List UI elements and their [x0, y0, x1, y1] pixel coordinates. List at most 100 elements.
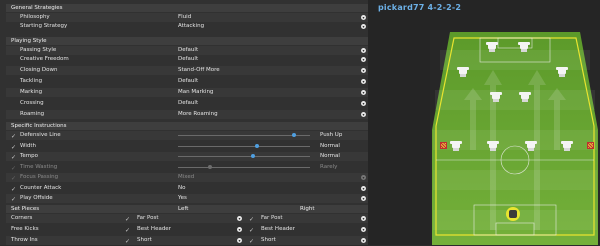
- tackling-value[interactable]: Default: [178, 77, 198, 86]
- starting-strategy-value[interactable]: Attacking: [178, 22, 204, 31]
- set-pieces-right-column: Right: [300, 206, 315, 212]
- chevron-down-icon[interactable]: ▾: [361, 227, 366, 232]
- slider-knob[interactable]: [251, 154, 256, 158]
- tempo-value: Normal: [320, 153, 340, 159]
- time-wasting-label: Time Wasting: [20, 164, 58, 170]
- corners-row[interactable]: Corners ✓ Far Post ▾ ✓ Far Post ▾: [6, 214, 368, 223]
- defensive-line-slider[interactable]: [178, 133, 310, 137]
- focus-passing-value[interactable]: Mixed: [178, 173, 194, 182]
- chevron-down-icon[interactable]: ▾: [361, 186, 366, 191]
- defensive-line-row[interactable]: ✓ Defensive Line Push Up: [6, 131, 368, 140]
- check-icon[interactable]: ✓: [125, 226, 130, 235]
- slider-knob[interactable]: [207, 165, 212, 169]
- crossing-value[interactable]: Default: [178, 99, 198, 108]
- check-icon[interactable]: ✓: [11, 195, 16, 204]
- check-icon[interactable]: ✓: [11, 185, 16, 194]
- marking-value[interactable]: Man Marking: [178, 88, 213, 97]
- chevron-down-icon[interactable]: ▾: [237, 216, 242, 221]
- width-slider[interactable]: [178, 144, 310, 148]
- play-offside-value[interactable]: Yes: [178, 194, 187, 203]
- chevron-down-icon[interactable]: ▾: [361, 57, 366, 62]
- tactics-panel: General Strategies Philosophy Fluid ▾ St…: [0, 0, 368, 245]
- tackling-row[interactable]: Tackling Default ▾: [6, 77, 368, 86]
- player-centre-back-right[interactable]: [525, 141, 537, 151]
- player-right-back[interactable]: [561, 141, 573, 151]
- creative-freedom-value[interactable]: Default: [178, 55, 198, 64]
- goalkeeper[interactable]: [506, 207, 520, 221]
- player-striker-left[interactable]: [486, 42, 498, 52]
- chevron-down-icon[interactable]: ▾: [361, 15, 366, 20]
- corners-left-value[interactable]: Far Post: [137, 214, 159, 223]
- corner-flag-icon: [587, 142, 594, 149]
- marking-row[interactable]: Marking Man Marking ▾: [6, 88, 368, 97]
- slider-knob[interactable]: [292, 133, 297, 137]
- starting-strategy-row[interactable]: Starting Strategy Attacking ▾: [6, 22, 368, 31]
- closing-down-row[interactable]: Closing Down Stand-Off More ▾: [6, 66, 368, 75]
- throw-ins-row[interactable]: Throw Ins ✓ Short ▾ ✓ Short ▾: [6, 236, 368, 245]
- chevron-down-icon[interactable]: ▾: [361, 216, 366, 221]
- chevron-down-icon[interactable]: ▾: [361, 175, 366, 180]
- check-icon[interactable]: ✓: [11, 174, 16, 183]
- free-kicks-row[interactable]: Free Kicks ✓ Best Header ▾ ✓ Best Header…: [6, 225, 368, 234]
- chevron-down-icon[interactable]: ▾: [361, 24, 366, 29]
- player-central-mid-left[interactable]: [490, 92, 502, 102]
- player-centre-back-left[interactable]: [487, 141, 499, 151]
- player-attacking-mid-left[interactable]: [457, 67, 469, 77]
- chevron-down-icon[interactable]: ▾: [361, 112, 366, 117]
- philosophy-row[interactable]: Philosophy Fluid ▾: [6, 13, 368, 22]
- chevron-down-icon[interactable]: ▾: [361, 68, 366, 73]
- check-icon[interactable]: ✓: [11, 132, 16, 141]
- player-central-mid-right[interactable]: [519, 92, 531, 102]
- defensive-line-label: Defensive Line: [20, 132, 61, 138]
- tempo-slider[interactable]: [178, 154, 310, 158]
- chevron-down-icon[interactable]: ▾: [361, 196, 366, 201]
- player-left-back[interactable]: [450, 141, 462, 151]
- chevron-down-icon[interactable]: ▾: [361, 101, 366, 106]
- starting-strategy-label: Starting Strategy: [20, 23, 68, 29]
- check-icon[interactable]: ✓: [11, 143, 16, 152]
- focus-passing-row[interactable]: ✓ Focus Passing Mixed ▾: [6, 173, 368, 182]
- check-icon[interactable]: ✓: [249, 215, 254, 224]
- check-icon[interactable]: ✓: [11, 164, 16, 173]
- chevron-down-icon[interactable]: ▾: [237, 227, 242, 232]
- philosophy-value[interactable]: Fluid: [178, 13, 191, 22]
- play-offside-row[interactable]: ✓ Play Offside Yes ▾: [6, 194, 368, 203]
- creative-freedom-label: Creative Freedom: [20, 56, 69, 62]
- chevron-down-icon[interactable]: ▾: [361, 238, 366, 243]
- shirt-icon: [525, 141, 537, 148]
- counter-attack-row[interactable]: ✓ Counter Attack No ▾: [6, 184, 368, 193]
- creative-freedom-row[interactable]: Creative Freedom Default ▾: [6, 55, 368, 64]
- passing-style-value[interactable]: Default: [178, 46, 198, 55]
- free-kicks-left-value[interactable]: Best Header: [137, 225, 171, 234]
- time-wasting-row[interactable]: ✓ Time Wasting Rarely: [6, 163, 368, 172]
- tempo-row[interactable]: ✓ Tempo Normal: [6, 152, 368, 161]
- throw-ins-right-value[interactable]: Short: [261, 236, 276, 245]
- slider-knob[interactable]: [255, 144, 260, 148]
- corner-flag-icon: [440, 142, 447, 149]
- check-icon[interactable]: ✓: [249, 226, 254, 235]
- crossing-label: Crossing: [20, 100, 44, 106]
- player-attacking-mid-right[interactable]: [556, 67, 568, 77]
- width-row[interactable]: ✓ Width Normal: [6, 142, 368, 151]
- roaming-value[interactable]: More Roaming: [178, 110, 218, 119]
- player-shorts: [493, 99, 499, 102]
- throw-ins-left-value[interactable]: Short: [137, 236, 152, 245]
- free-kicks-right-value[interactable]: Best Header: [261, 225, 295, 234]
- corners-label: Corners: [11, 215, 33, 221]
- closing-down-value[interactable]: Stand-Off More: [178, 66, 220, 75]
- chevron-down-icon[interactable]: ▾: [237, 238, 242, 243]
- chevron-down-icon[interactable]: ▾: [361, 48, 366, 53]
- chevron-down-icon[interactable]: ▾: [361, 79, 366, 84]
- free-kicks-label: Free Kicks: [11, 226, 39, 232]
- corners-right-value[interactable]: Far Post: [261, 214, 283, 223]
- crossing-row[interactable]: Crossing Default ▾: [6, 99, 368, 108]
- check-icon[interactable]: ✓: [11, 153, 16, 162]
- time-wasting-slider[interactable]: [178, 165, 310, 169]
- check-icon[interactable]: ✓: [125, 215, 130, 224]
- counter-attack-value[interactable]: No: [178, 184, 185, 193]
- chevron-down-icon[interactable]: ▾: [361, 90, 366, 95]
- roaming-row[interactable]: Roaming More Roaming ▾: [6, 110, 368, 119]
- passing-style-row[interactable]: Passing Style Default ▾: [6, 46, 368, 55]
- set-pieces-header: Set Pieces Left Right: [6, 205, 368, 213]
- player-striker-right[interactable]: [518, 42, 530, 52]
